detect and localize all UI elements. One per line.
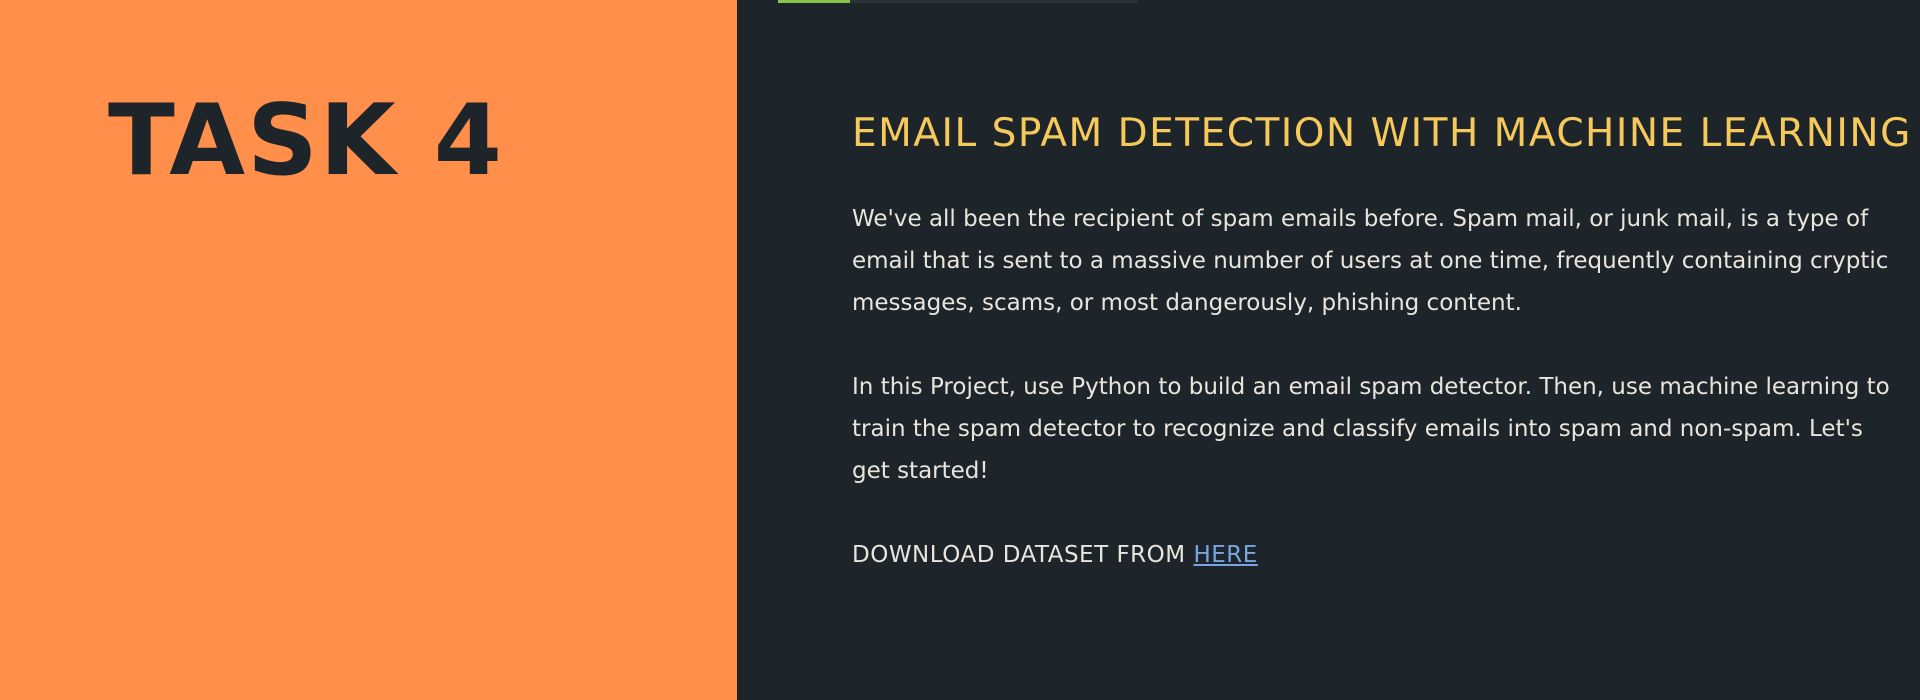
content-body: EMAIL SPAM DETECTION WITH MACHINE LEARNI… [852, 108, 1912, 599]
task-title: TASK 4 [108, 84, 504, 198]
intro-paragraph: We've all been the recipient of spam ema… [852, 206, 1889, 316]
download-link[interactable]: HERE [1193, 542, 1257, 568]
download-prefix: DOWNLOAD DATASET FROM [852, 542, 1194, 568]
progress-fill [778, 0, 850, 3]
project-paragraph: In this Project, use Python to build an … [852, 374, 1890, 484]
task-panel: TASK 4 [0, 0, 737, 700]
content-panel: EMAIL SPAM DETECTION WITH MACHINE LEARNI… [737, 0, 1920, 700]
section-heading: EMAIL SPAM DETECTION WITH MACHINE LEARNI… [852, 111, 1912, 156]
download-line: DOWNLOAD DATASET FROM HERE [852, 534, 1892, 576]
